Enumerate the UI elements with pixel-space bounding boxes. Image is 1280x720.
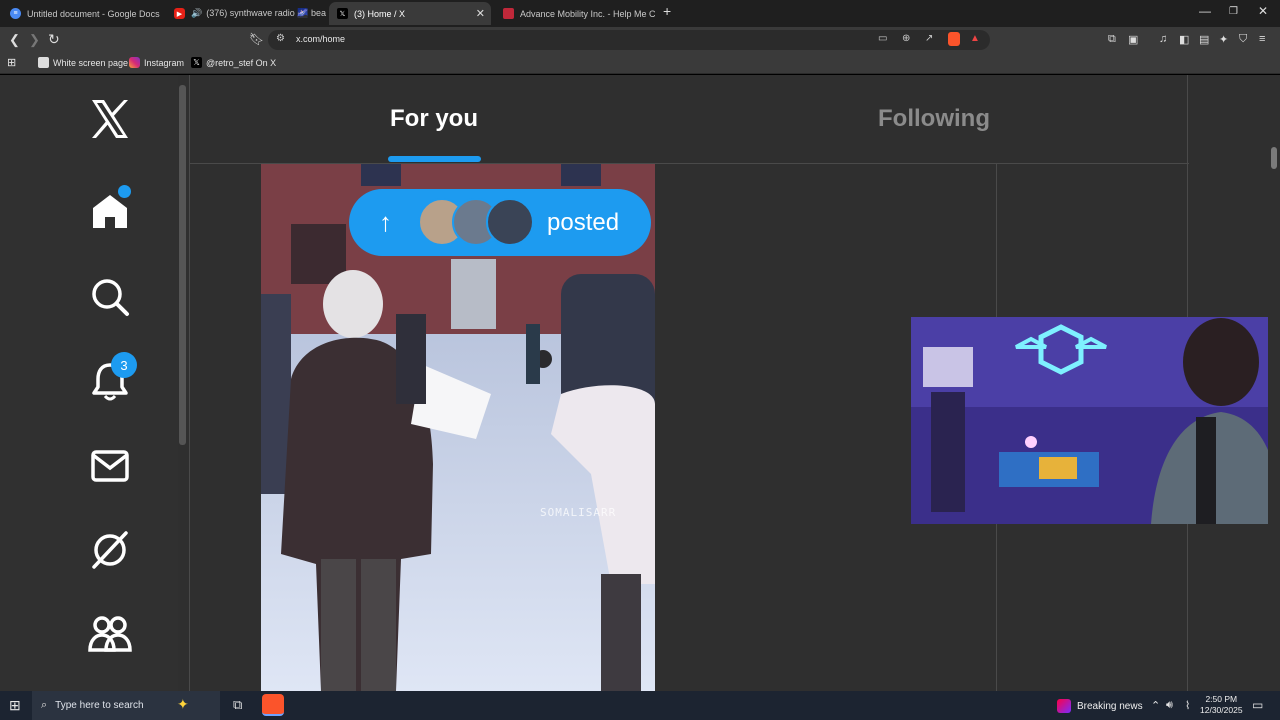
time: 2:50 PM bbox=[1205, 694, 1238, 704]
bookmarks-bar: ⊞ White screen page Instagram 𝕏 @retro_s… bbox=[0, 52, 1280, 74]
new-tab-icon[interactable]: + bbox=[663, 3, 671, 19]
notifications-icon[interactable]: 3 bbox=[86, 352, 137, 406]
tab-advance-mobility[interactable]: Advance Mobility Inc. - Help Me Com bbox=[495, 2, 655, 25]
network-icon[interactable]: ⌇ bbox=[1185, 699, 1190, 712]
search-icon: ⌕ bbox=[41, 699, 48, 711]
windows-taskbar: ⊞ ⌕ Type here to search ✦ ⧉ Breaking new… bbox=[0, 691, 1280, 720]
tab-google-docs[interactable]: ≡ Untitled document - Google Docs bbox=[2, 2, 164, 25]
sparkle-icon: ✦ bbox=[177, 696, 189, 712]
site-info-icon[interactable]: ⚙ bbox=[276, 33, 285, 44]
feed-tabs: For you Following bbox=[190, 75, 1189, 164]
address-bar[interactable]: ⚙ x.com/home ▭ ⊕ ↗ ▲ bbox=[268, 30, 990, 50]
x-home-page: 3 For you Following ↑ posted SOMALISARR bbox=[0, 75, 1280, 691]
close-tab-icon[interactable]: ✕ bbox=[476, 7, 485, 20]
taskbar-search[interactable]: ⌕ Type here to search ✦ bbox=[32, 691, 220, 720]
close-window-icon[interactable]: ✕ bbox=[1258, 4, 1268, 18]
left-nav: 3 bbox=[0, 75, 178, 691]
volume-icon[interactable]: 🔊︎ bbox=[1166, 699, 1173, 712]
video-watermark: SOMALISARR bbox=[540, 506, 617, 519]
browser-toolbar: ❮ ❯ ↻ 🔖︎ ⚙ x.com/home ▭ ⊕ ↗ ▲ ⧉ ▣ ♫ ◧ ▤ … bbox=[0, 27, 1280, 52]
search-placeholder: Type here to search bbox=[55, 700, 144, 711]
instagram-icon bbox=[129, 57, 140, 68]
grok-icon[interactable] bbox=[86, 526, 134, 574]
windows-start-icon[interactable]: ⊞ bbox=[9, 697, 21, 714]
x-logo-icon: 𝕏 bbox=[337, 8, 348, 19]
speaker-icon: 🔊 bbox=[191, 8, 203, 18]
restore-icon[interactable]: ❐ bbox=[1229, 6, 1238, 17]
share-icon[interactable]: ↗ bbox=[925, 33, 933, 44]
notifications-badge: 3 bbox=[111, 352, 137, 378]
extensions-icon[interactable]: ⧉ bbox=[1108, 33, 1116, 46]
tab-title: (376) synthwave radio 🌌 beats t bbox=[206, 8, 326, 18]
cast-icon[interactable]: ▭ bbox=[878, 33, 887, 44]
unread-dot bbox=[118, 185, 131, 198]
x-logo-icon: 𝕏 bbox=[191, 57, 202, 68]
home-icon[interactable] bbox=[86, 185, 134, 235]
tab-following[interactable]: Following bbox=[878, 105, 990, 133]
posted-label: posted bbox=[547, 209, 620, 236]
date: 12/30/2025 bbox=[1200, 705, 1243, 715]
chevron-up-icon[interactable]: ⌃ bbox=[1151, 699, 1160, 712]
task-view-icon[interactable]: ⧉ bbox=[233, 697, 242, 713]
zoom-icon[interactable]: ⊕ bbox=[902, 33, 910, 44]
scrollbar-thumb[interactable] bbox=[1271, 147, 1277, 169]
bookmark-label: Instagram bbox=[144, 57, 185, 68]
tab-title: Advance Mobility Inc. - Help Me Com bbox=[520, 8, 655, 19]
page-scrollbar[interactable] bbox=[1268, 75, 1280, 691]
forward-icon[interactable]: ❯ bbox=[29, 32, 40, 48]
sidebar-icon[interactable]: ◧ bbox=[1179, 33, 1189, 46]
bookmark-label: @retro_stef On X bbox=[206, 57, 277, 68]
leo-ai-icon[interactable]: ✦ bbox=[1219, 33, 1228, 46]
wallet-card-icon[interactable]: ▤ bbox=[1199, 33, 1209, 46]
site-favicon-icon bbox=[503, 8, 514, 19]
news-label: Breaking news bbox=[1077, 700, 1143, 712]
bookmark-icon[interactable]: 🔖︎ bbox=[249, 32, 264, 46]
menu-icon[interactable]: ≡ bbox=[1259, 33, 1265, 45]
reload-icon[interactable]: ↻ bbox=[48, 31, 60, 48]
news-widget[interactable]: Breaking news bbox=[1057, 699, 1143, 713]
bookmark-white-screen[interactable]: White screen page bbox=[38, 57, 128, 68]
notification-center-icon[interactable]: ▭ bbox=[1252, 698, 1263, 712]
tab-x-home[interactable]: 𝕏 (3) Home / X ✕ bbox=[329, 2, 491, 25]
youtube-icon: ▶ bbox=[174, 8, 185, 19]
brave-browser-icon[interactable] bbox=[262, 694, 284, 716]
webcam-overlay bbox=[911, 317, 1280, 524]
new-posts-pill[interactable]: ↑ posted bbox=[349, 189, 651, 256]
active-tab-indicator bbox=[388, 156, 481, 162]
tab-youtube[interactable]: ▶ 🔊 (376) synthwave radio 🌌 beats t bbox=[166, 2, 326, 25]
messages-icon[interactable] bbox=[86, 442, 134, 490]
brave-rewards-icon[interactable]: ▲ bbox=[970, 33, 980, 44]
minimize-icon[interactable]: — bbox=[1199, 4, 1211, 18]
news-icon bbox=[1057, 699, 1071, 713]
url-text[interactable]: x.com/home bbox=[296, 34, 345, 44]
bookmark-label: White screen page bbox=[53, 57, 129, 68]
bookmark-instagram[interactable]: Instagram bbox=[129, 57, 184, 68]
media-icon[interactable]: ♫ bbox=[1159, 33, 1167, 45]
vpn-icon[interactable]: ⛉ bbox=[1239, 33, 1247, 46]
apps-grid-icon[interactable]: ⊞ bbox=[7, 56, 16, 69]
search-icon[interactable] bbox=[86, 273, 134, 321]
tab-title: (3) Home / X bbox=[354, 8, 406, 19]
communities-icon[interactable] bbox=[86, 609, 134, 657]
arrow-up-icon: ↑ bbox=[379, 207, 392, 237]
nav-scrollbar[interactable] bbox=[179, 85, 186, 445]
google-docs-icon: ≡ bbox=[10, 8, 21, 19]
browser-tab-strip: ≡ Untitled document - Google Docs ▶ 🔊 (3… bbox=[0, 0, 1280, 27]
back-icon[interactable]: ❮ bbox=[9, 32, 20, 48]
tab-title: Untitled document - Google Docs bbox=[27, 8, 160, 19]
bookmark-retro-stef[interactable]: 𝕏 @retro_stef On X bbox=[191, 57, 276, 68]
tab-for-you[interactable]: For you bbox=[390, 105, 478, 133]
page-icon bbox=[38, 57, 49, 68]
x-logo-icon[interactable] bbox=[86, 95, 134, 143]
brave-shields-icon[interactable] bbox=[948, 32, 960, 46]
wallet-icon[interactable]: ▣ bbox=[1128, 33, 1138, 46]
avatar bbox=[486, 198, 534, 246]
system-clock[interactable]: 2:50 PM 12/30/2025 bbox=[1200, 694, 1243, 716]
